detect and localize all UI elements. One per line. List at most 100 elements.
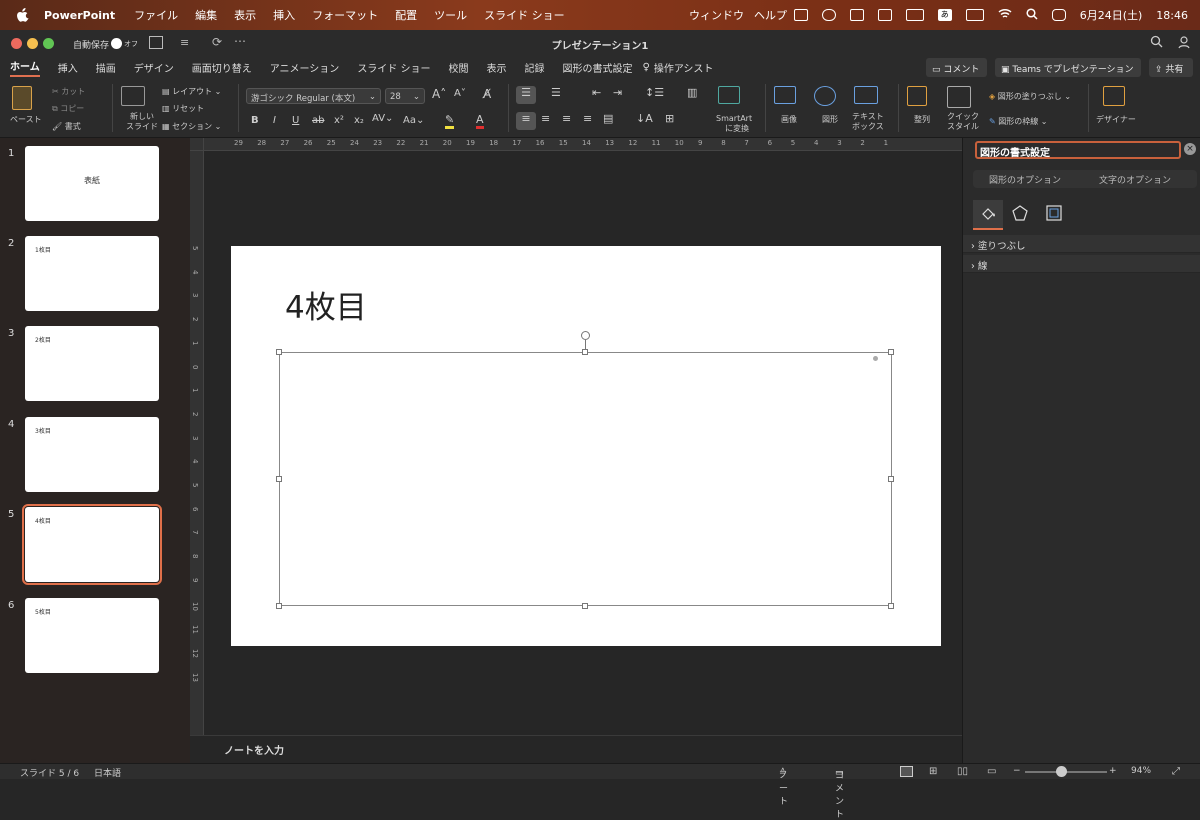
font-size-select[interactable]: 28 ⌄ xyxy=(385,88,425,104)
tab-view[interactable]: 表示 xyxy=(487,60,507,75)
underline-icon[interactable]: U xyxy=(292,115,299,126)
paste-button[interactable]: ペースト xyxy=(10,114,42,125)
language-indicator[interactable]: 日本語 xyxy=(94,766,121,779)
cut-button[interactable]: ✂ カット xyxy=(52,86,85,97)
shapes-icon[interactable] xyxy=(814,86,836,108)
menu-app-name[interactable]: PowerPoint xyxy=(44,9,115,22)
strikethrough-icon[interactable]: ab xyxy=(312,115,324,126)
resize-handle[interactable] xyxy=(888,349,894,355)
decrease-indent-icon[interactable]: ⇤ xyxy=(592,86,601,99)
slide-thumbnail[interactable]: 2枚目 xyxy=(25,326,159,401)
slide-thumbnail-selected[interactable]: 4枚目 xyxy=(22,504,162,585)
textbox-icon[interactable] xyxy=(854,86,878,106)
tab-transitions[interactable]: 画面切り替え xyxy=(192,60,252,75)
reading-view-icon[interactable]: ▯▯ xyxy=(957,766,968,777)
slide-thumbnail[interactable]: 1枚目 xyxy=(25,236,159,311)
resize-handle[interactable] xyxy=(276,476,282,482)
notes-pane[interactable]: ノートを入力 xyxy=(190,735,962,763)
tab-text-options[interactable]: 文字のオプション xyxy=(1099,173,1171,186)
copy-button[interactable]: ⧉ コピー xyxy=(52,103,84,114)
memory-icon[interactable] xyxy=(905,9,924,21)
line-section[interactable]: › 線 xyxy=(963,255,1200,273)
zoom-in-icon[interactable]: + xyxy=(1109,766,1117,776)
normal-view-icon[interactable] xyxy=(900,766,913,777)
text-direction-icon[interactable]: ↓A xyxy=(636,112,653,125)
layout-button[interactable]: ▤ レイアウト ⌄ xyxy=(162,86,221,97)
menu-slideshow[interactable]: スライド ショー xyxy=(484,7,565,23)
slide-thumbnail[interactable]: 表紙 xyxy=(25,146,159,221)
slide-thumbnail[interactable]: 5枚目 xyxy=(25,598,159,673)
designer-button[interactable]: デザイナー xyxy=(1096,114,1136,125)
quick-style-icon[interactable] xyxy=(947,86,971,110)
menu-file[interactable]: ファイル xyxy=(134,7,178,23)
tab-review[interactable]: 校閲 xyxy=(449,60,469,75)
tab-draw[interactable]: 描画 xyxy=(96,60,116,75)
align-right-icon[interactable]: ≡ xyxy=(562,112,571,125)
increase-indent-icon[interactable]: ⇥ xyxy=(613,86,622,99)
font-color-icon[interactable]: A xyxy=(476,113,484,129)
wifi-icon[interactable] xyxy=(998,8,1012,22)
bold-icon[interactable]: B xyxy=(251,115,259,126)
menubar-time[interactable]: 18:46 xyxy=(1156,9,1188,22)
distribute-icon[interactable]: ▤ xyxy=(603,112,613,125)
change-case-icon[interactable]: Aa⌄ xyxy=(403,115,424,126)
increase-font-icon[interactable]: A˄ xyxy=(432,87,446,101)
horizontal-ruler[interactable]: 29 28 27 26 25 24 23 22 21 20 19 18 17 16 15 14 13 12 11 10… xyxy=(204,138,962,151)
tab-shape-format[interactable]: 図形の書式設定 xyxy=(563,60,633,75)
fill-section[interactable]: › 塗りつぶし xyxy=(963,235,1200,253)
image-button[interactable]: 画像 xyxy=(781,114,797,125)
paste-icon[interactable] xyxy=(12,86,32,112)
decrease-font-icon[interactable]: A˅ xyxy=(454,88,466,99)
align-left-icon[interactable]: ≡ xyxy=(516,112,536,130)
zoom-level[interactable]: 94% xyxy=(1131,766,1151,776)
size-properties-icon[interactable] xyxy=(1045,204,1063,226)
resize-handle[interactable] xyxy=(276,349,282,355)
menu-edit[interactable]: 編集 xyxy=(195,7,217,23)
fill-line-icon[interactable] xyxy=(973,200,1003,230)
arrange-icon[interactable] xyxy=(907,86,927,108)
menu-window[interactable]: ウィンドウ xyxy=(689,7,744,23)
tab-slideshow[interactable]: スライド ショー xyxy=(357,60,430,75)
align-center-icon[interactable]: ≡ xyxy=(541,112,550,125)
pentagon-effects-icon[interactable] xyxy=(1011,204,1029,226)
char-spacing-icon[interactable]: AV⌄ xyxy=(372,113,393,124)
fit-to-window-icon[interactable]: ⤢ xyxy=(1172,766,1180,777)
subscript-icon[interactable]: x₂ xyxy=(354,115,364,126)
new-slide-button[interactable]: 新しい スライド xyxy=(126,112,158,132)
comment-button[interactable]: ▭ コメント xyxy=(926,58,987,77)
adjust-handle[interactable] xyxy=(873,356,878,361)
slide-thumbnail[interactable]: 3枚目 xyxy=(25,417,159,492)
vertical-ruler[interactable]: 5 4 3 2 1 0 1 2 3 4 5 6 7 8 9 10 11 12 13 xyxy=(190,151,204,735)
rotate-handle-icon[interactable] xyxy=(581,331,590,340)
zoom-slider-thumb[interactable] xyxy=(1056,766,1067,777)
clear-format-icon[interactable]: A̸ xyxy=(483,87,491,101)
image-icon[interactable] xyxy=(774,86,796,106)
quick-style-button[interactable]: クイック スタイル xyxy=(947,112,979,132)
tab-shape-options[interactable]: 図形のオプション xyxy=(989,173,1061,186)
align-text-icon[interactable]: ⊞ xyxy=(665,112,674,125)
menu-help[interactable]: ヘルプ xyxy=(754,7,787,23)
slideshow-icon[interactable]: ▭ xyxy=(987,766,996,777)
teams-present-button[interactable]: ▣ Teams でプレゼンテーション xyxy=(995,58,1141,77)
line-spacing-icon[interactable]: ↕☰ xyxy=(645,86,664,99)
font-name-select[interactable]: 游ゴシック Regular (本文) ⌄ xyxy=(246,88,381,104)
tab-insert[interactable]: 挿入 xyxy=(58,60,78,75)
search-doc-icon[interactable] xyxy=(1150,35,1163,51)
resize-handle[interactable] xyxy=(582,349,588,355)
clipboard-icon[interactable] xyxy=(877,9,892,21)
account-icon[interactable] xyxy=(1177,35,1191,52)
zoom-out-icon[interactable]: − xyxy=(1013,766,1021,776)
menu-tools[interactable]: ツール xyxy=(434,7,467,23)
menu-format[interactable]: フォーマット xyxy=(312,7,378,23)
shapes-button[interactable]: 図形 xyxy=(822,114,838,125)
menu-view[interactable]: 表示 xyxy=(234,7,256,23)
textbox-button[interactable]: テキスト ボックス xyxy=(852,112,884,132)
resize-handle[interactable] xyxy=(582,603,588,609)
apple-logo-icon[interactable] xyxy=(16,8,30,22)
columns-icon[interactable]: ▥ xyxy=(687,86,697,99)
smartart-convert-button[interactable]: SmartArt に変換 xyxy=(716,114,752,134)
selected-rectangle-shape[interactable] xyxy=(279,352,892,606)
tab-animations[interactable]: アニメーション xyxy=(270,60,340,75)
slide-sorter-icon[interactable]: ⊞ xyxy=(929,766,937,777)
grid-app-icon[interactable] xyxy=(849,9,864,21)
